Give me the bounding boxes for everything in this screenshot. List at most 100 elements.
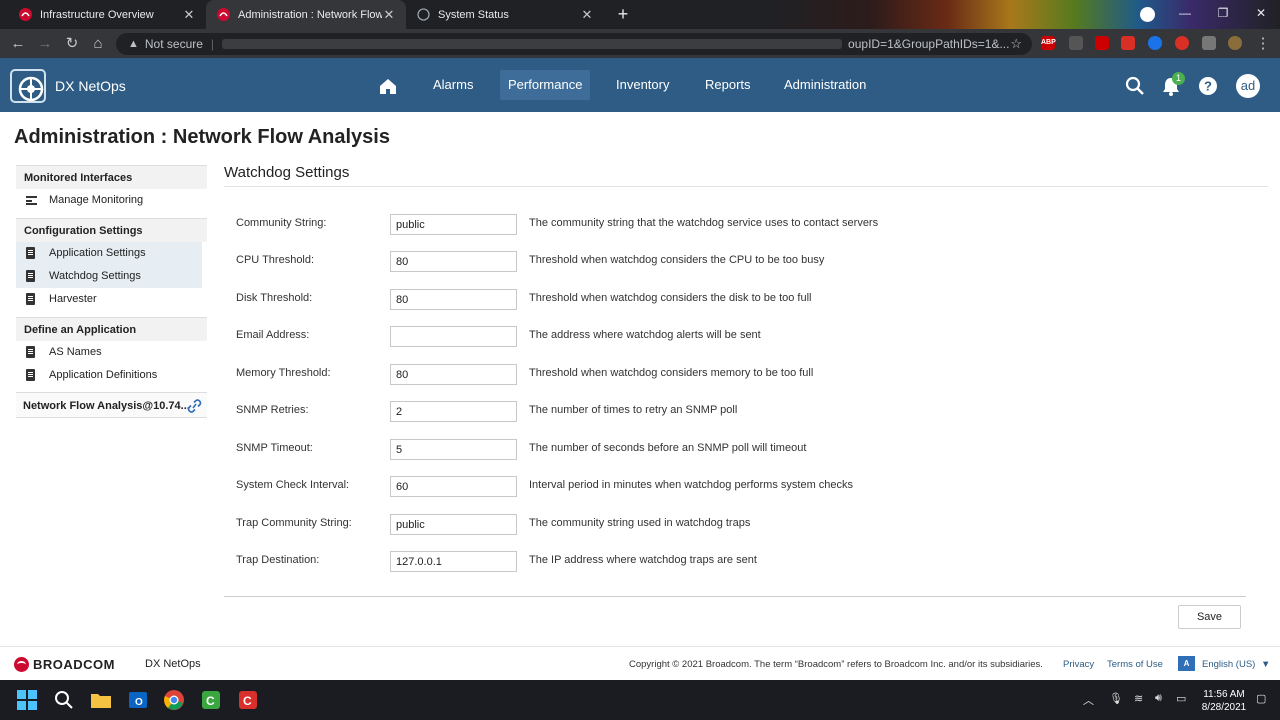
- battery-icon[interactable]: ▭: [1176, 692, 1186, 705]
- tab-title: System Status: [438, 8, 509, 21]
- svg-text:C: C: [206, 694, 215, 708]
- field-label: Community String:: [236, 217, 327, 229]
- home-icon[interactable]: [378, 76, 398, 96]
- user-avatar[interactable]: ad: [1236, 74, 1260, 98]
- nav-administration[interactable]: Administration: [776, 70, 874, 100]
- nav-alarms[interactable]: Alarms: [425, 70, 481, 100]
- forward-arrow-icon[interactable]: →: [35, 34, 55, 54]
- nav-reports[interactable]: Reports: [697, 70, 759, 100]
- chevron-up-icon[interactable]: ︿: [1083, 692, 1094, 708]
- email-address-input[interactable]: [390, 326, 517, 347]
- search-icon[interactable]: [1124, 75, 1146, 97]
- security-label: Not secure: [144, 37, 203, 51]
- extension-icon[interactable]: [1069, 36, 1083, 50]
- new-tab-button[interactable]: +: [612, 4, 634, 24]
- address-bar[interactable]: ▲ Not secure | oupID=1&GroupPathIDs=1&..…: [116, 33, 1032, 55]
- microphone-icon[interactable]: 🎙︎: [1109, 692, 1123, 705]
- cpu-threshold-input[interactable]: [390, 251, 517, 272]
- tab-close-icon[interactable]: ✕: [382, 7, 396, 23]
- chevron-down-icon: ▼: [1260, 659, 1271, 670]
- camtasia-red-icon[interactable]: C: [237, 689, 259, 711]
- divider: [224, 186, 1268, 187]
- browser-menu-icon[interactable]: ⋮: [1253, 34, 1273, 54]
- restore-icon[interactable]: ❐: [1204, 0, 1242, 29]
- language-selector[interactable]: English (US) ▼: [1202, 659, 1270, 670]
- puzzle-extensions-icon[interactable]: [1202, 36, 1216, 50]
- sidebar-item-label: Application Settings: [49, 247, 146, 259]
- browser-home-icon[interactable]: ⌂: [88, 34, 108, 54]
- app-header: DX NetOps Alarms Performance Inventory R…: [0, 58, 1280, 112]
- speaker-icon[interactable]: 🔊︎: [1155, 692, 1162, 705]
- extension-icon[interactable]: [1148, 36, 1162, 50]
- field-description: Threshold when watchdog considers memory…: [529, 367, 814, 379]
- privacy-link[interactable]: Privacy: [1063, 659, 1094, 670]
- taskbar-search-icon[interactable]: [53, 689, 75, 711]
- field-label: Memory Threshold:: [236, 367, 331, 379]
- save-button[interactable]: Save: [1178, 605, 1241, 629]
- profile-icon[interactable]: [1140, 7, 1155, 22]
- sidebar-item-harvester[interactable]: Harvester: [16, 288, 207, 311]
- snmp-retries-input[interactable]: [390, 401, 517, 422]
- terms-of-use-link[interactable]: Terms of Use: [1107, 659, 1163, 670]
- sidebar-item-manage-monitoring[interactable]: Manage Monitoring: [16, 189, 207, 212]
- browser-tab-administration[interactable]: Administration : Network Flow Analysis ✕: [206, 0, 406, 29]
- reload-icon[interactable]: ↻: [62, 34, 82, 54]
- file-explorer-icon[interactable]: [90, 689, 112, 711]
- dx-netops-logo-icon[interactable]: [10, 69, 46, 103]
- memory-threshold-input[interactable]: [390, 364, 517, 385]
- list-icon: [26, 196, 37, 205]
- sidebar-heading-configuration-settings: Configuration Settings: [16, 218, 207, 242]
- broadcom-favicon-icon: [216, 8, 230, 22]
- clock-date: 8/28/2021: [1201, 702, 1247, 713]
- browser-tab-system-status[interactable]: System Status ✕: [406, 0, 604, 29]
- extension-icon[interactable]: [1175, 36, 1189, 50]
- disk-threshold-input[interactable]: [390, 289, 517, 310]
- close-window-icon[interactable]: ✕: [1242, 0, 1280, 29]
- system-clock[interactable]: 11:56 AM 8/28/2021: [1199, 688, 1249, 714]
- field-description: The community string used in watchdog tr…: [529, 517, 751, 529]
- field-row-trap-community-string: Trap Community String: The community str…: [236, 514, 1136, 535]
- chrome-icon[interactable]: [163, 689, 185, 711]
- sidebar-item-application-settings[interactable]: Application Settings: [16, 242, 202, 265]
- trap-destination-input[interactable]: [390, 551, 517, 572]
- wifi-icon[interactable]: ≋: [1134, 692, 1143, 705]
- tab-close-icon[interactable]: ✕: [182, 7, 196, 23]
- back-arrow-icon[interactable]: ←: [8, 34, 28, 54]
- field-label: Trap Community String:: [236, 517, 352, 529]
- pdf-extension-icon[interactable]: [1121, 36, 1135, 50]
- snmp-timeout-input[interactable]: [390, 439, 517, 460]
- windows-start-icon[interactable]: [16, 689, 38, 711]
- trap-community-string-input[interactable]: [390, 514, 517, 535]
- system-check-interval-input[interactable]: [390, 476, 517, 497]
- nav-inventory[interactable]: Inventory: [608, 70, 677, 100]
- tab-close-icon[interactable]: ✕: [580, 7, 594, 23]
- page-title: Administration : Network Flow Analysis: [14, 126, 390, 148]
- sidebar-item-watchdog-settings[interactable]: Watchdog Settings: [16, 265, 202, 288]
- outlook-icon[interactable]: O: [127, 689, 149, 711]
- bookmark-star-icon[interactable]: ☆: [1010, 36, 1022, 52]
- notification-badge: 1: [1172, 72, 1185, 85]
- data-source-label: Network Flow Analysis@10.74...: [23, 400, 190, 412]
- sidebar-item-label: AS Names: [49, 346, 102, 358]
- adblock-extension-icon[interactable]: ABP: [1041, 36, 1056, 50]
- notification-center-icon[interactable]: ▢: [1256, 692, 1266, 705]
- community-string-input[interactable]: [390, 214, 517, 235]
- sidebar-item-application-definitions[interactable]: Application Definitions: [16, 364, 207, 387]
- language-icon[interactable]: A: [1178, 656, 1195, 671]
- obscured-url: [222, 39, 843, 49]
- link-icon[interactable]: [187, 399, 202, 413]
- minimize-icon[interactable]: —: [1166, 0, 1204, 29]
- help-icon[interactable]: ?: [1197, 75, 1219, 97]
- document-icon: [26, 270, 35, 282]
- brand-name: BROADCOM: [33, 657, 115, 672]
- extension-icon[interactable]: [1095, 36, 1109, 50]
- user-profile-icon[interactable]: [1228, 36, 1242, 50]
- app-name[interactable]: DX NetOps: [55, 78, 126, 94]
- camtasia-green-icon[interactable]: C: [200, 689, 222, 711]
- section-title: Watchdog Settings: [224, 164, 350, 181]
- browser-tab-infrastructure[interactable]: Infrastructure Overview ✕: [8, 0, 206, 29]
- sidebar-item-as-names[interactable]: AS Names: [16, 341, 207, 364]
- field-row-email-address: Email Address: The address where watchdo…: [236, 326, 1136, 347]
- data-source-link[interactable]: Network Flow Analysis@10.74...: [16, 392, 207, 418]
- nav-performance[interactable]: Performance: [500, 70, 591, 100]
